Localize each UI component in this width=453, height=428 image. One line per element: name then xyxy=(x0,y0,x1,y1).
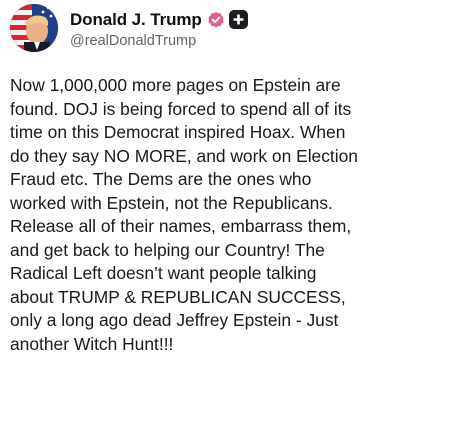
author-names: Donald J. Trump @realDonaldTrump xyxy=(70,8,248,49)
author-handle[interactable]: @realDonaldTrump xyxy=(70,33,248,49)
post-text: Now 1,000,000 more pages on Epstein are … xyxy=(10,75,358,354)
plus-badge-icon xyxy=(228,10,248,29)
post-card: Donald J. Trump @realDonaldTrump Now 1,0… xyxy=(0,0,453,428)
avatar-image xyxy=(10,4,58,52)
post-header: Donald J. Trump @realDonaldTrump xyxy=(10,4,248,52)
name-row: Donald J. Trump xyxy=(70,8,248,32)
profile-avatar[interactable] xyxy=(10,4,58,52)
verified-badge-icon xyxy=(207,11,225,29)
author-display-name[interactable]: Donald J. Trump xyxy=(70,10,202,30)
